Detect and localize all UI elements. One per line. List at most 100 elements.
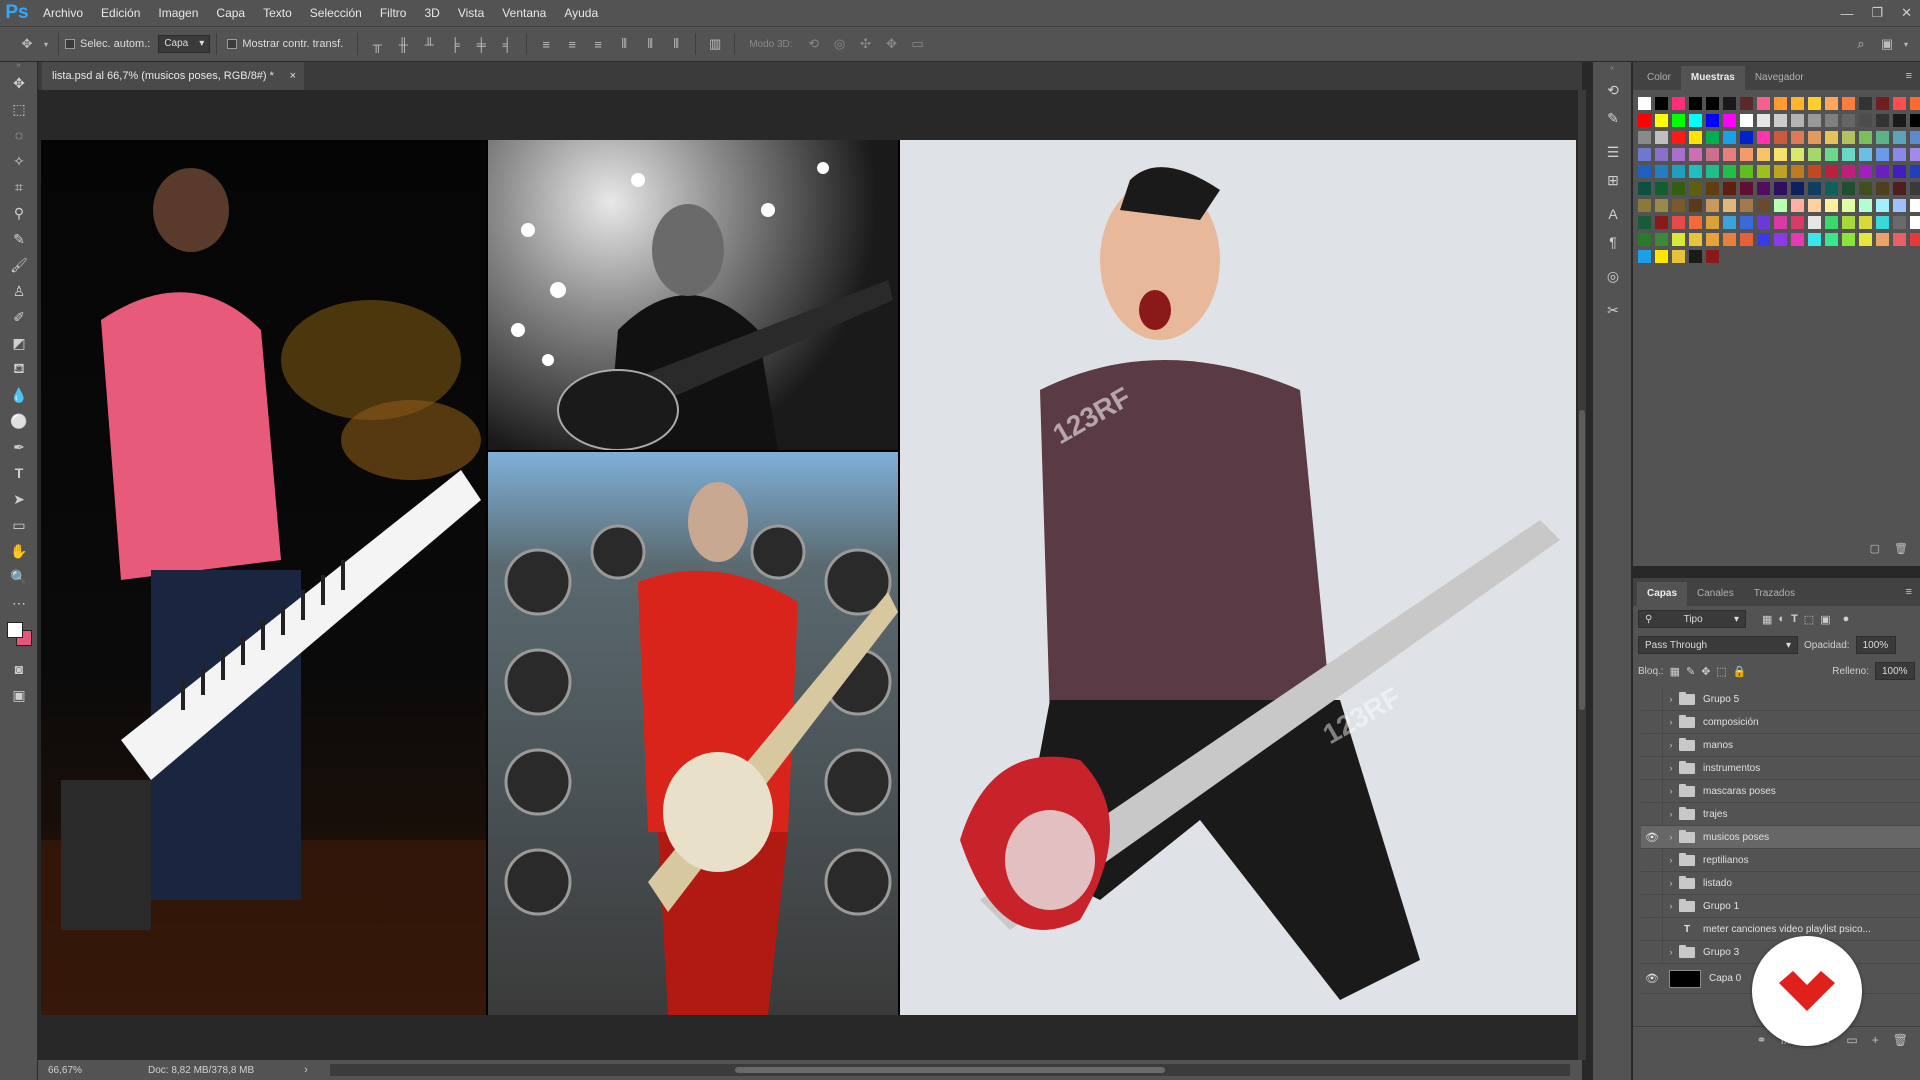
roll-3d-icon[interactable]: ◎ bbox=[827, 31, 853, 57]
color-swatch[interactable] bbox=[1825, 199, 1838, 212]
color-swatch[interactable] bbox=[1655, 182, 1668, 195]
color-swatch[interactable] bbox=[1757, 165, 1770, 178]
distribute-hcenter-icon[interactable]: ⦀ bbox=[637, 31, 663, 57]
color-swatch[interactable] bbox=[1774, 182, 1787, 195]
color-swatch[interactable] bbox=[1893, 131, 1906, 144]
color-swatch[interactable] bbox=[1825, 114, 1838, 127]
chevron-right-icon[interactable]: › bbox=[1663, 809, 1679, 819]
healing-brush-tool-icon[interactable]: ✎ bbox=[0, 226, 38, 252]
color-swatch[interactable] bbox=[1757, 131, 1770, 144]
libraries-panel-icon[interactable]: ◎ bbox=[1593, 262, 1633, 290]
align-vcenter-icon[interactable]: ╫ bbox=[390, 31, 416, 57]
color-swatch[interactable] bbox=[1774, 199, 1787, 212]
menu-imagen[interactable]: Imagen bbox=[149, 0, 207, 26]
color-swatch[interactable] bbox=[1740, 165, 1753, 178]
color-swatch[interactable] bbox=[1893, 182, 1906, 195]
hand-tool-icon[interactable]: ✋ bbox=[0, 538, 38, 564]
color-swatch[interactable] bbox=[1706, 216, 1719, 229]
menu-seleccion[interactable]: Selección bbox=[301, 0, 371, 26]
color-swatch[interactable] bbox=[1706, 148, 1719, 161]
color-swatch[interactable] bbox=[1791, 233, 1804, 246]
chevron-right-icon[interactable]: › bbox=[1663, 694, 1679, 704]
menu-ventana[interactable]: Ventana bbox=[493, 0, 555, 26]
color-swatch[interactable] bbox=[1757, 233, 1770, 246]
close-icon[interactable]: ✕ bbox=[1901, 5, 1912, 21]
color-swatch[interactable] bbox=[1893, 233, 1906, 246]
menu-3d[interactable]: 3D bbox=[415, 0, 448, 26]
distribute-vcenter-icon[interactable]: ≡ bbox=[559, 31, 585, 57]
color-swatch[interactable] bbox=[1876, 97, 1889, 110]
color-swatch[interactable] bbox=[1740, 148, 1753, 161]
color-swatch[interactable] bbox=[1706, 165, 1719, 178]
align-right-icon[interactable]: ╡ bbox=[494, 31, 520, 57]
color-swatch[interactable] bbox=[1723, 199, 1736, 212]
color-swatch[interactable] bbox=[1638, 182, 1651, 195]
filter-shape-icon[interactable]: ⬚ bbox=[1804, 613, 1814, 626]
color-swatch[interactable] bbox=[1638, 148, 1651, 161]
trash-icon[interactable]: 🗑 bbox=[1894, 542, 1908, 555]
color-swatch[interactable] bbox=[1706, 182, 1719, 195]
link-icon[interactable]: ⚭ bbox=[1757, 1033, 1767, 1047]
filter-type-icon[interactable]: T bbox=[1791, 613, 1798, 625]
color-swatch[interactable] bbox=[1672, 233, 1685, 246]
document-canvas[interactable]: 123RF 123RF bbox=[41, 140, 1576, 1015]
color-swatch[interactable] bbox=[1723, 165, 1736, 178]
magic-wand-tool-icon[interactable]: ✧ bbox=[0, 148, 38, 174]
lock-transparent-icon[interactable]: ▦ bbox=[1670, 665, 1680, 678]
tool-presets-icon[interactable]: ✂ bbox=[1593, 296, 1633, 324]
brush-settings-icon[interactable]: ✎ bbox=[1593, 104, 1633, 132]
menu-edicion[interactable]: Edición bbox=[92, 0, 149, 26]
foreground-color-swatch[interactable] bbox=[7, 622, 23, 638]
color-swatch[interactable] bbox=[1893, 148, 1906, 161]
color-swatch[interactable] bbox=[1791, 131, 1804, 144]
color-swatch[interactable] bbox=[1672, 182, 1685, 195]
color-swatch[interactable] bbox=[1791, 199, 1804, 212]
color-swatch[interactable] bbox=[1859, 114, 1872, 127]
color-swatch[interactable] bbox=[1706, 114, 1719, 127]
color-swatch[interactable] bbox=[1655, 165, 1668, 178]
visibility-toggle[interactable] bbox=[1641, 687, 1663, 711]
filter-pixel-icon[interactable]: ▦ bbox=[1762, 613, 1772, 626]
color-swatch[interactable] bbox=[1859, 165, 1872, 178]
eyedropper-tool-icon[interactable]: ⚲ bbox=[0, 200, 38, 226]
visibility-toggle[interactable] bbox=[1641, 756, 1663, 780]
color-swatch[interactable] bbox=[1825, 97, 1838, 110]
properties-panel-icon[interactable]: ⊞ bbox=[1593, 166, 1633, 194]
tab-color[interactable]: Color bbox=[1637, 66, 1681, 90]
align-bottom-icon[interactable]: ╨ bbox=[416, 31, 442, 57]
color-swatch[interactable] bbox=[1859, 97, 1872, 110]
color-swatch[interactable] bbox=[1655, 216, 1668, 229]
menu-ayuda[interactable]: Ayuda bbox=[555, 0, 607, 26]
color-swatch[interactable] bbox=[1774, 148, 1787, 161]
lock-position-icon[interactable]: ✥ bbox=[1701, 665, 1710, 678]
color-swatch[interactable] bbox=[1706, 233, 1719, 246]
color-swatch[interactable] bbox=[1808, 233, 1821, 246]
color-swatch[interactable] bbox=[1910, 114, 1920, 127]
color-swatch[interactable] bbox=[1774, 114, 1787, 127]
color-swatch[interactable] bbox=[1825, 165, 1838, 178]
color-swatch[interactable] bbox=[1638, 97, 1651, 110]
color-swatch[interactable] bbox=[1740, 216, 1753, 229]
lasso-tool-icon[interactable]: ◌ bbox=[0, 122, 38, 148]
color-swatch[interactable] bbox=[1723, 148, 1736, 161]
color-swatch[interactable] bbox=[1757, 97, 1770, 110]
color-swatch[interactable] bbox=[1740, 233, 1753, 246]
color-swatch[interactable] bbox=[1859, 199, 1872, 212]
tab-capas[interactable]: Capas bbox=[1637, 582, 1688, 606]
color-swatch[interactable] bbox=[1689, 216, 1702, 229]
color-swatch[interactable] bbox=[1655, 233, 1668, 246]
color-swatch[interactable] bbox=[1706, 199, 1719, 212]
visibility-toggle[interactable] bbox=[1641, 871, 1663, 895]
layer-row[interactable]: › manos bbox=[1641, 733, 1920, 757]
color-swatch[interactable] bbox=[1825, 216, 1838, 229]
color-swatch[interactable] bbox=[1672, 131, 1685, 144]
search-icon[interactable]: ⌕ bbox=[1848, 31, 1874, 57]
color-swatch[interactable] bbox=[1689, 250, 1702, 263]
align-top-icon[interactable]: ╥ bbox=[364, 31, 390, 57]
marquee-tool-icon[interactable]: ⬚ bbox=[0, 96, 38, 122]
layer-row[interactable]: Tmeter canciones video playlist psico... bbox=[1641, 917, 1920, 941]
show-transform-checkbox[interactable] bbox=[227, 39, 238, 49]
color-swatch[interactable] bbox=[1740, 199, 1753, 212]
layer-kind-filter[interactable]: ⚲ Tipo ▾ bbox=[1638, 610, 1746, 628]
color-swatches[interactable] bbox=[0, 616, 37, 656]
